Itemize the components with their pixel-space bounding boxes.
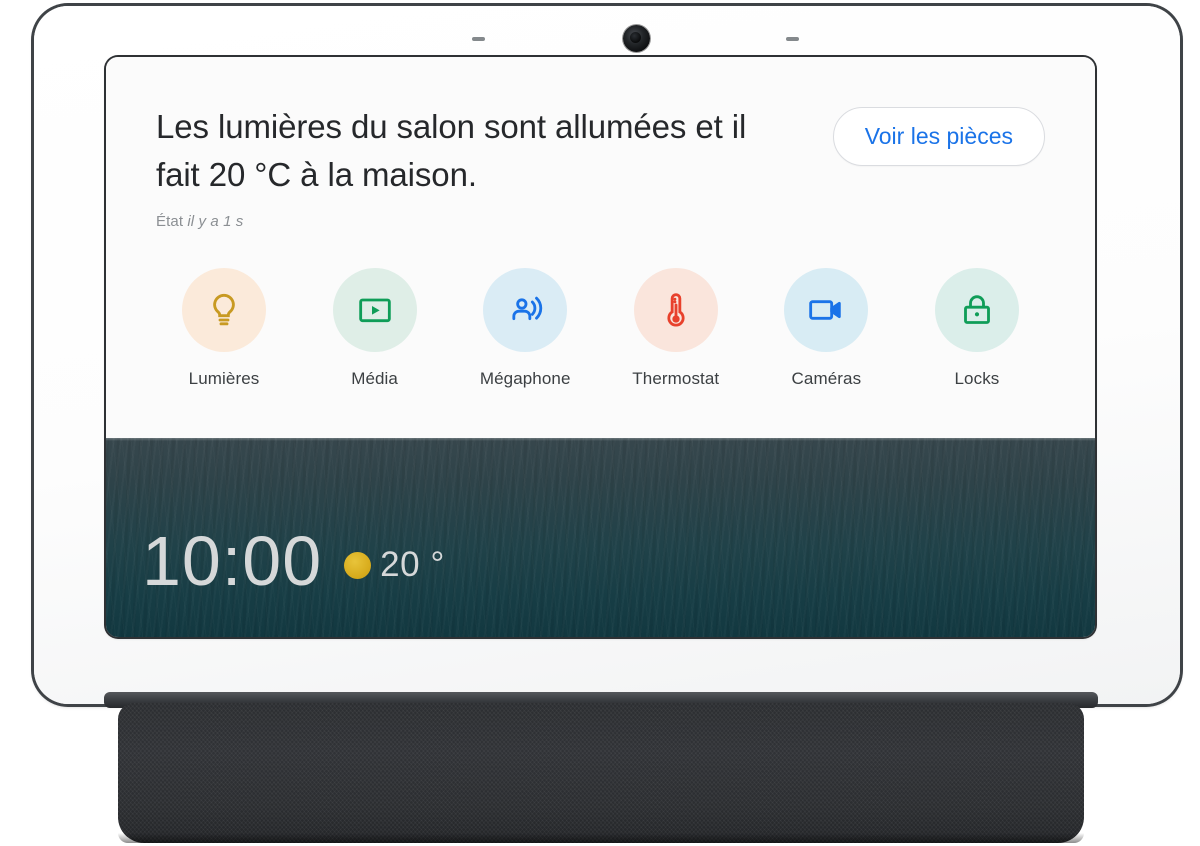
ambient-photo-band[interactable]: 10:00 20 ° [106, 438, 1095, 637]
camera-lens-icon [623, 25, 650, 52]
thermometer-icon [667, 293, 685, 327]
locks-icon-circle [934, 268, 1019, 353]
quick-action-megaphone[interactable]: Mégaphone [459, 268, 591, 389]
quick-action-label: Thermostat [632, 369, 720, 389]
quick-action-lumieres[interactable]: Lumières [158, 268, 290, 389]
device-speaker-base [118, 703, 1084, 843]
quick-action-label: Mégaphone [479, 369, 571, 389]
lumieres-icon-circle [182, 268, 266, 353]
view-rooms-button[interactable]: Voir les pièces [832, 107, 1045, 166]
ambient-clock-time: 10:00 [142, 522, 323, 600]
media-play-icon [358, 298, 391, 323]
quick-action-label: Locks [954, 369, 1000, 389]
padlock-icon [964, 295, 990, 325]
home-status-headline: Les lumières du salon sont allumées et i… [156, 108, 747, 194]
video-camera-icon [809, 300, 842, 321]
quick-action-media[interactable]: Média [309, 268, 441, 389]
media-icon-circle [332, 268, 417, 353]
status-prefix: État [156, 213, 184, 231]
quick-action-label: Média [351, 369, 398, 389]
device-screen: Les lumières du salon sont allumées et i… [106, 57, 1095, 637]
nest-hub-product-photo: Les lumières du salon sont allumées et i… [0, 0, 1200, 846]
quick-action-label: Caméras [791, 369, 862, 389]
sun-icon [344, 552, 372, 579]
lightbulb-icon [213, 294, 235, 326]
broadcast-person-icon [512, 297, 543, 321]
headline-block: Les lumières du salon sont allumées et i… [156, 103, 786, 230]
megaphone-icon-circle [483, 268, 568, 353]
thermostat-icon-circle [633, 268, 718, 353]
status-subtitle: État il y a 1 s [156, 213, 786, 230]
status-relative-time: il y a 1 s [187, 213, 244, 231]
ambient-clock-row: 10:00 20 ° [142, 526, 445, 596]
quick-action-locks[interactable]: Locks [911, 268, 1043, 389]
headline-row: Les lumières du salon sont allumées et i… [156, 103, 1045, 230]
microphone-slot-right-icon [786, 37, 799, 41]
microphone-slot-left-icon [472, 37, 485, 41]
home-card: Les lumières du salon sont allumées et i… [106, 57, 1095, 438]
quick-actions-row: Lumières Média Mégaphone Thermostat Camé… [156, 268, 1045, 389]
cameras-icon-circle [784, 268, 869, 353]
quick-action-thermostat[interactable]: Thermostat [610, 268, 742, 389]
quick-action-label: Lumières [188, 369, 260, 389]
quick-action-cameras[interactable]: Caméras [760, 268, 892, 389]
ambient-temperature: 20 ° [380, 544, 445, 584]
